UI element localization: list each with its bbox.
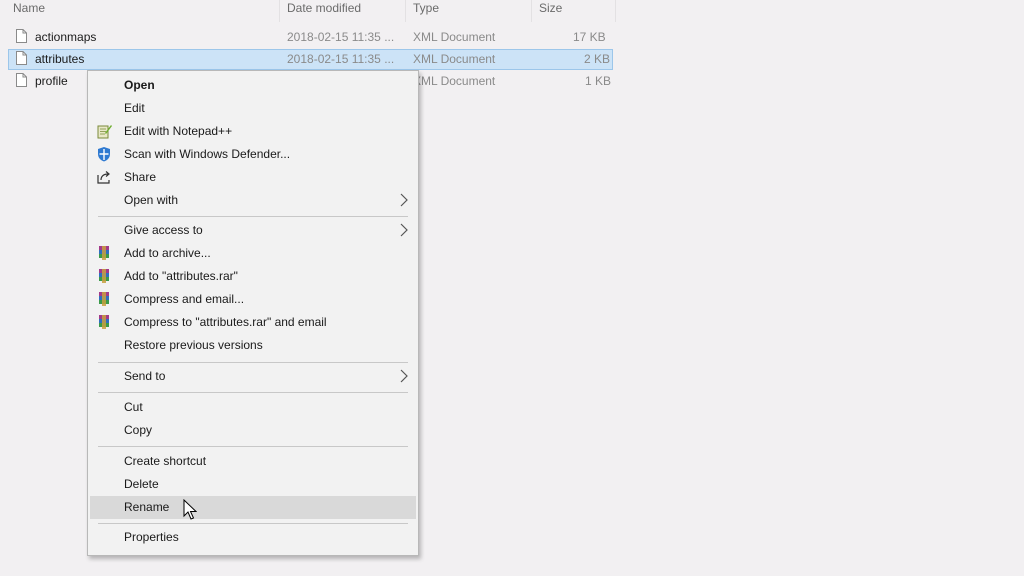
winrar-icon bbox=[99, 269, 109, 283]
menu-item-delete[interactable]: Delete bbox=[90, 473, 416, 496]
winrar-icon bbox=[99, 246, 109, 260]
menu-item-label: Restore previous versions bbox=[124, 338, 263, 352]
menu-item-label: Rename bbox=[124, 500, 170, 514]
menu-item-properties[interactable]: Properties bbox=[90, 526, 416, 549]
column-header-size[interactable]: Size bbox=[539, 0, 562, 22]
menu-item-create-shortcut[interactable]: Create shortcut bbox=[90, 450, 416, 473]
menu-item-edit-with-notepad[interactable]: Edit with Notepad++ bbox=[90, 120, 416, 143]
file-size: 1 KB bbox=[585, 74, 612, 88]
menu-item-label: Edit with Notepad++ bbox=[124, 124, 233, 138]
menu-item-label: Open with bbox=[124, 193, 179, 207]
menu-separator bbox=[98, 446, 408, 447]
menu-item-copy[interactable]: Copy bbox=[90, 419, 416, 442]
menu-item-rename[interactable]: Rename bbox=[90, 496, 416, 519]
file-size: 2 KB bbox=[584, 52, 611, 66]
file-date: 2018-02-15 11:35 ... bbox=[287, 30, 395, 44]
file-row-actionmaps[interactable]: actionmaps 2018-02-15 11:35 ... XML Docu… bbox=[8, 27, 613, 48]
menu-item-label: Add to "attributes.rar" bbox=[124, 269, 238, 283]
menu-item-label: Cut bbox=[124, 400, 143, 414]
mouse-pointer-icon bbox=[183, 499, 197, 520]
menu-item-cut[interactable]: Cut bbox=[90, 396, 416, 419]
column-divider[interactable] bbox=[615, 0, 616, 22]
menu-item-open[interactable]: Open bbox=[90, 74, 416, 97]
menu-item-compress-rar-email[interactable]: Compress to "attributes.rar" and email bbox=[90, 311, 416, 334]
menu-item-label: Scan with Windows Defender... bbox=[124, 147, 291, 161]
document-icon bbox=[16, 51, 27, 65]
menu-item-label: Compress to "attributes.rar" and email bbox=[124, 315, 327, 329]
file-size: 17 KB bbox=[573, 30, 606, 44]
menu-item-label: Share bbox=[124, 170, 157, 184]
document-icon bbox=[16, 73, 27, 87]
chevron-right-icon bbox=[400, 223, 408, 237]
file-type: XML Document bbox=[413, 30, 496, 44]
column-header-date-modified[interactable]: Date modified bbox=[287, 0, 361, 22]
share-icon bbox=[97, 171, 110, 184]
windows-defender-icon bbox=[98, 147, 110, 162]
menu-item-add-to-rar[interactable]: Add to "attributes.rar" bbox=[90, 265, 416, 288]
menu-item-label: Open bbox=[124, 78, 155, 92]
menu-item-send-to[interactable]: Send to bbox=[90, 365, 416, 388]
menu-item-share[interactable]: Share bbox=[90, 166, 416, 189]
menu-item-compress-email[interactable]: Compress and email... bbox=[90, 288, 416, 311]
menu-separator bbox=[98, 362, 408, 363]
menu-item-add-to-archive[interactable]: Add to archive... bbox=[90, 242, 416, 265]
file-row-attributes[interactable]: attributes 2018-02-15 11:35 ... XML Docu… bbox=[8, 49, 613, 70]
menu-item-label: Properties bbox=[124, 530, 179, 544]
winrar-icon bbox=[99, 315, 109, 329]
menu-item-label: Create shortcut bbox=[124, 454, 207, 468]
menu-item-label: Compress and email... bbox=[124, 292, 245, 306]
menu-item-label: Add to archive... bbox=[124, 246, 211, 260]
file-type: XML Document bbox=[413, 74, 496, 88]
menu-separator bbox=[98, 216, 408, 217]
file-name: actionmaps bbox=[35, 30, 97, 44]
file-name: profile bbox=[35, 74, 68, 88]
notepad-plus-plus-icon bbox=[97, 125, 112, 139]
menu-separator bbox=[98, 523, 408, 524]
menu-item-scan-defender[interactable]: Scan with Windows Defender... bbox=[90, 143, 416, 166]
column-header-name[interactable]: Name bbox=[13, 0, 45, 22]
chevron-right-icon bbox=[400, 369, 408, 383]
menu-item-edit[interactable]: Edit bbox=[90, 97, 416, 120]
column-divider[interactable] bbox=[531, 0, 532, 22]
menu-item-open-with[interactable]: Open with bbox=[90, 189, 416, 212]
file-type: XML Document bbox=[413, 52, 496, 66]
winrar-icon bbox=[99, 292, 109, 306]
menu-item-label: Delete bbox=[124, 477, 159, 491]
file-date: 2018-02-15 11:35 ... bbox=[287, 52, 395, 66]
column-divider[interactable] bbox=[279, 0, 280, 22]
context-menu: Open Edit Edit with Notepad++ Scan with … bbox=[87, 70, 419, 556]
column-divider[interactable] bbox=[405, 0, 406, 22]
file-name: attributes bbox=[35, 52, 85, 66]
menu-item-label: Give access to bbox=[124, 223, 203, 237]
menu-item-restore-previous-versions[interactable]: Restore previous versions bbox=[90, 334, 416, 357]
menu-item-label: Send to bbox=[124, 369, 166, 383]
menu-item-label: Copy bbox=[124, 423, 153, 437]
column-header-type[interactable]: Type bbox=[413, 0, 439, 22]
document-icon bbox=[16, 29, 27, 43]
menu-separator bbox=[98, 392, 408, 393]
menu-item-label: Edit bbox=[124, 101, 145, 115]
menu-item-give-access[interactable]: Give access to bbox=[90, 219, 416, 242]
chevron-right-icon bbox=[400, 193, 408, 207]
